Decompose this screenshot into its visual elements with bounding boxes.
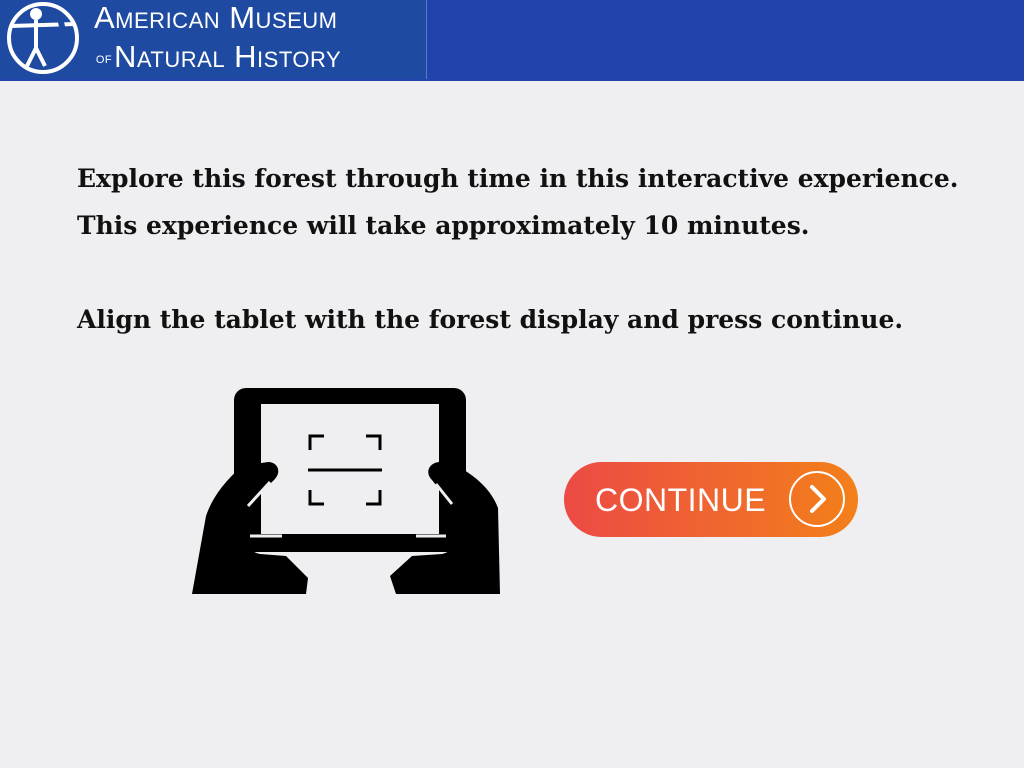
- logo-text-line1: American Museum: [94, 0, 338, 35]
- hands-holding-tablet-icon: [192, 388, 500, 594]
- logo-text-line2: ofNatural History: [94, 39, 341, 75]
- continue-button-label: CONTINUE: [595, 482, 767, 518]
- logo-text-natural-history: Natural History: [114, 39, 342, 74]
- intro-text: Explore this forest through time in this…: [77, 155, 977, 343]
- intro-line-duration: This experience will take approximately …: [77, 211, 810, 240]
- continue-button[interactable]: CONTINUE: [564, 462, 858, 537]
- chevron-right-icon: [789, 471, 845, 527]
- intro-line-align: Align the tablet with the forest display…: [77, 305, 904, 334]
- logo-text-of: of: [95, 50, 113, 67]
- museum-logo[interactable]: American Museum ofNatural History: [0, 0, 427, 79]
- museum-figure-logo-icon: [7, 2, 79, 74]
- header-bar: American Museum ofNatural History: [0, 0, 1024, 81]
- intro-spacer: [77, 249, 977, 296]
- intro-line-explore: Explore this forest through time in this…: [77, 164, 959, 193]
